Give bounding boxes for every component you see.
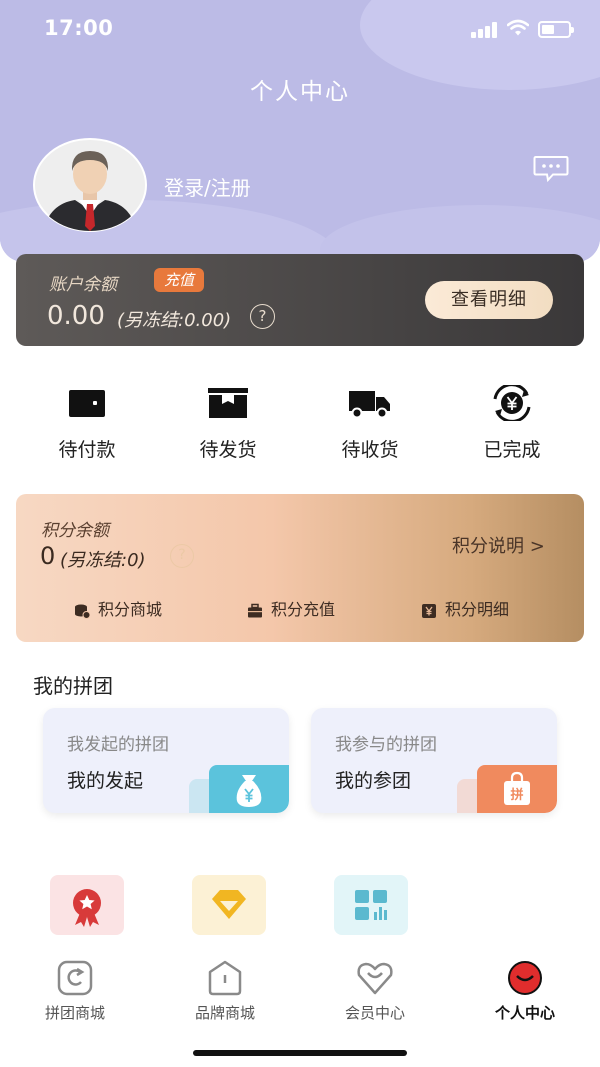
diamond-icon[interactable]: [192, 875, 266, 935]
points-link-label: 积分充值: [271, 600, 336, 619]
order-label: 待发货: [199, 439, 257, 461]
avatar[interactable]: [33, 138, 147, 232]
points-explanation-link[interactable]: 积分说明 >: [452, 532, 545, 558]
my-joined-groups-card[interactable]: 我参与的拼团 我的参团 拼: [311, 708, 557, 813]
wallet-icon: [69, 390, 105, 417]
view-details-button[interactable]: 查看明细: [425, 281, 553, 319]
tab-label: 个人中心: [494, 1004, 555, 1022]
tab-brand-shop[interactable]: 品牌商城: [150, 950, 300, 1030]
balance-help-icon[interactable]: ?: [250, 304, 275, 329]
wifi-icon: [507, 19, 529, 36]
group-card-subtitle: 我参与的拼团: [335, 735, 437, 755]
coins-icon: [75, 604, 90, 619]
points-link-label: 积分明细: [445, 600, 510, 619]
tab-group-shop[interactable]: 拼团商城: [0, 950, 150, 1030]
order-pending-receipt[interactable]: 待收货: [310, 385, 430, 465]
recharge-button[interactable]: 充值: [154, 268, 205, 292]
points-help-icon[interactable]: ?: [170, 544, 194, 568]
tab-member-center[interactable]: 会员中心: [300, 950, 450, 1030]
balance-value: 0.00: [47, 301, 105, 331]
group-buy-title: 我的拼团: [33, 674, 113, 698]
briefcase-icon: [248, 603, 262, 617]
points-balance-card: 积分余额 0 (另冻结:0) ? 积分说明 > 积分商城 积分充值 积分明细: [16, 494, 584, 642]
grid-icon[interactable]: [334, 875, 408, 935]
brand-shop-icon: [208, 960, 242, 996]
points-value: 0: [40, 542, 56, 570]
svg-text:拼: 拼: [510, 787, 523, 803]
order-label: 待收货: [341, 439, 399, 461]
status-time: 17:00: [44, 16, 114, 40]
points-frozen: (另冻结:0): [60, 550, 146, 571]
points-recharge-link[interactable]: 积分充值: [247, 598, 335, 622]
yen-card-icon: [422, 603, 436, 618]
group-card-title: 我的参团: [335, 770, 412, 792]
points-details-link[interactable]: 积分明细: [421, 598, 509, 622]
home-indicator: [193, 1050, 407, 1056]
box-icon: [208, 388, 248, 418]
page-title: 个人中心: [250, 79, 350, 105]
yen-coin-icon: [493, 385, 531, 421]
order-label: 待付款: [58, 439, 116, 461]
battery-icon: [538, 21, 574, 38]
signal-icon: [471, 22, 498, 38]
money-bag-icon: [209, 765, 289, 813]
points-link-label: 积分商城: [98, 600, 163, 619]
order-pending-shipment[interactable]: 待发货: [168, 385, 288, 465]
balance-frozen: (另冻结:0.00): [117, 310, 232, 331]
message-icon[interactable]: [533, 155, 569, 183]
shopping-bag-icon: 拼: [477, 765, 557, 813]
login-register-link[interactable]: 登录/注册: [164, 172, 251, 201]
order-pending-payment[interactable]: 待付款: [27, 385, 147, 465]
tab-label: 品牌商城: [194, 1004, 255, 1022]
group-shop-icon: [57, 960, 93, 996]
order-label: 已完成: [483, 439, 541, 461]
order-completed[interactable]: 已完成: [452, 385, 572, 465]
member-heart-icon: [357, 962, 393, 995]
group-card-subtitle: 我发起的拼团: [67, 735, 169, 755]
points-mall-link[interactable]: 积分商城: [74, 598, 162, 622]
award-icon[interactable]: [50, 875, 124, 935]
status-bar: 17:00: [0, 0, 600, 60]
tab-label: 拼团商城: [44, 1004, 105, 1022]
tab-personal-center[interactable]: 个人中心: [450, 950, 600, 1030]
account-balance-card: 账户余额 充值 0.00 (另冻结:0.00) ? 查看明细: [16, 254, 584, 346]
points-label: 积分余额: [41, 521, 109, 541]
truck-icon: [349, 391, 390, 419]
group-card-title: 我的发起: [67, 770, 144, 792]
profile-face-icon: [508, 961, 542, 995]
balance-label: 账户余额: [49, 275, 117, 295]
my-initiated-groups-card[interactable]: 我发起的拼团 我的发起: [43, 708, 289, 813]
tab-label: 会员中心: [344, 1004, 405, 1022]
